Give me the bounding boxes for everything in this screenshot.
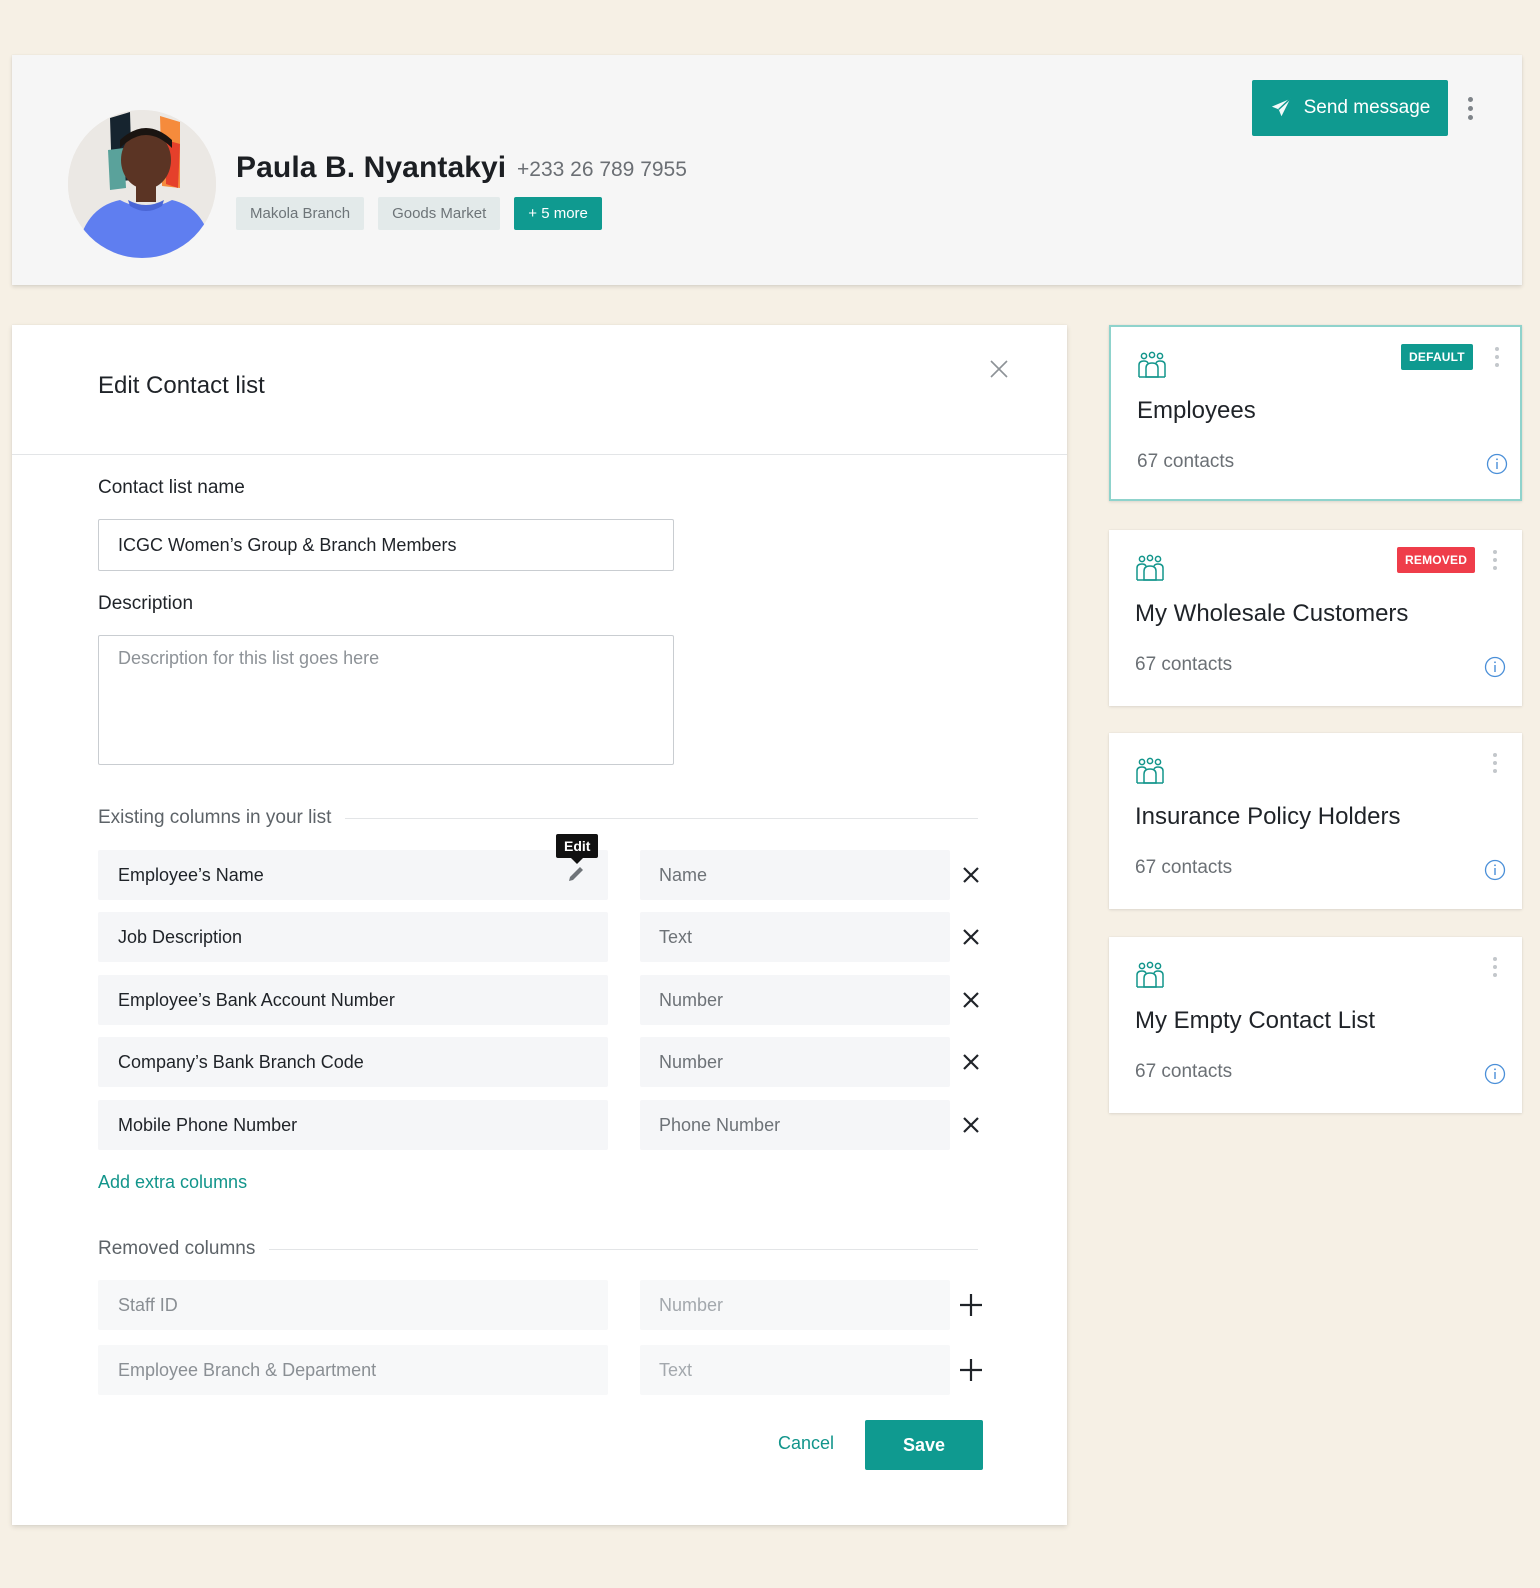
column-row: Employee’s Bank Account Number Number <box>98 975 988 1025</box>
more-tags-button[interactable]: + 5 more <box>514 197 602 230</box>
description-label: Description <box>98 593 194 614</box>
removed-column-row: Staff ID Number <box>98 1280 988 1330</box>
info-icon[interactable] <box>1486 453 1508 475</box>
profile-phone: +233 26 789 7955 <box>517 158 687 181</box>
removed-column-row: Employee Branch & Department Text <box>98 1345 988 1395</box>
card-more-icon[interactable] <box>1492 347 1502 367</box>
profile-name: Paula B. Nyantakyi <box>236 151 507 184</box>
column-name-field[interactable]: Employee’s Name <box>98 850 608 900</box>
list-title: My Empty Contact List <box>1135 1007 1376 1034</box>
restore-column-icon[interactable] <box>958 1357 984 1383</box>
contact-list-card[interactable]: My Empty Contact List 67 contacts <box>1109 937 1522 1113</box>
contact-list-card[interactable]: REMOVED My Wholesale Customers 67 contac… <box>1109 530 1522 706</box>
column-name-field[interactable]: Job Description <box>98 912 608 962</box>
save-button[interactable]: Save <box>865 1420 983 1470</box>
column-name-field[interactable]: Employee’s Bank Account Number <box>98 975 608 1025</box>
group-icon <box>1135 757 1165 785</box>
profile-header-card: Paula B. Nyantakyi +233 26 789 7955 Mako… <box>12 55 1522 285</box>
group-icon <box>1135 554 1165 582</box>
remove-column-icon[interactable] <box>958 924 984 950</box>
column-name-field[interactable]: Company’s Bank Branch Code <box>98 1037 608 1087</box>
list-count: 67 contacts <box>1135 1061 1233 1082</box>
send-message-button[interactable]: Send message <box>1252 80 1448 136</box>
remove-column-icon[interactable] <box>958 1112 984 1138</box>
list-count: 67 contacts <box>1137 451 1235 472</box>
profile-more-icon[interactable] <box>1465 97 1475 120</box>
modal-header-divider <box>12 454 1067 455</box>
contact-list-name-input[interactable]: ICGC Women’s Group & Branch Members <box>98 519 674 571</box>
section-divider <box>345 817 978 819</box>
existing-columns-label: Existing columns in your list <box>98 807 332 828</box>
column-name-field: Employee Branch & Department <box>98 1345 608 1395</box>
column-type-field: Text <box>640 1345 950 1395</box>
section-divider <box>269 1248 978 1250</box>
add-extra-columns-link[interactable]: Add extra columns <box>98 1172 247 1193</box>
restore-column-icon[interactable] <box>958 1292 984 1318</box>
pencil-icon[interactable] <box>566 864 586 884</box>
column-name-field[interactable]: Mobile Phone Number <box>98 1100 608 1150</box>
list-title: My Wholesale Customers <box>1135 600 1409 627</box>
list-title: Employees <box>1137 397 1256 424</box>
remove-column-icon[interactable] <box>958 987 984 1013</box>
profile-tags: Makola Branch Goods Market + 5 more <box>236 197 602 230</box>
default-badge: DEFAULT <box>1401 344 1473 370</box>
column-row: Company’s Bank Branch Code Number <box>98 1037 988 1087</box>
removed-badge: REMOVED <box>1397 547 1476 573</box>
existing-columns-heading: Existing columns in your list <box>98 807 978 829</box>
column-type-field[interactable]: Name <box>640 850 950 900</box>
removed-columns-heading: Removed columns <box>98 1238 978 1260</box>
edit-tooltip: Edit <box>556 834 599 864</box>
group-icon <box>1137 351 1167 379</box>
send-message-label: Send message <box>1303 97 1431 118</box>
tag-makola-branch[interactable]: Makola Branch <box>236 197 365 230</box>
card-more-icon[interactable] <box>1490 957 1500 977</box>
contact-list-card[interactable]: DEFAULT Employees 67 contacts <box>1109 325 1522 501</box>
edit-contact-list-modal: Edit Contact list Contact list name ICGC… <box>12 325 1067 1525</box>
info-icon[interactable] <box>1484 656 1506 678</box>
column-name-field: Staff ID <box>98 1280 608 1330</box>
description-textarea[interactable]: Description for this list goes here <box>98 635 674 765</box>
card-more-icon[interactable] <box>1490 753 1500 773</box>
send-icon <box>1271 98 1291 117</box>
list-count: 67 contacts <box>1135 857 1233 878</box>
info-icon[interactable] <box>1484 1063 1506 1085</box>
column-row: Employee’s Name Edit Name <box>98 834 988 900</box>
cancel-button[interactable]: Cancel <box>778 1433 834 1454</box>
removed-columns-label: Removed columns <box>98 1238 256 1259</box>
column-type-field[interactable]: Number <box>640 975 950 1025</box>
remove-column-icon[interactable] <box>958 862 984 888</box>
tag-goods-market[interactable]: Goods Market <box>378 197 501 230</box>
contact-list-card[interactable]: Insurance Policy Holders 67 contacts <box>1109 733 1522 909</box>
card-more-icon[interactable] <box>1490 550 1500 570</box>
modal-title: Edit Contact list <box>98 372 265 399</box>
column-type-field: Number <box>640 1280 950 1330</box>
column-type-field[interactable]: Text <box>640 912 950 962</box>
column-row: Job Description Text <box>98 912 988 962</box>
list-title: Insurance Policy Holders <box>1135 803 1401 830</box>
group-icon <box>1135 961 1165 989</box>
avatar-image <box>68 110 216 258</box>
info-icon[interactable] <box>1484 859 1506 881</box>
column-row: Mobile Phone Number Phone Number <box>98 1100 988 1150</box>
close-icon[interactable] <box>987 357 1011 381</box>
remove-column-icon[interactable] <box>958 1049 984 1075</box>
column-type-field[interactable]: Number <box>640 1037 950 1087</box>
list-count: 67 contacts <box>1135 654 1233 675</box>
column-type-field[interactable]: Phone Number <box>640 1100 950 1150</box>
profile-avatar <box>68 110 216 258</box>
contact-list-name-label: Contact list name <box>98 477 245 498</box>
